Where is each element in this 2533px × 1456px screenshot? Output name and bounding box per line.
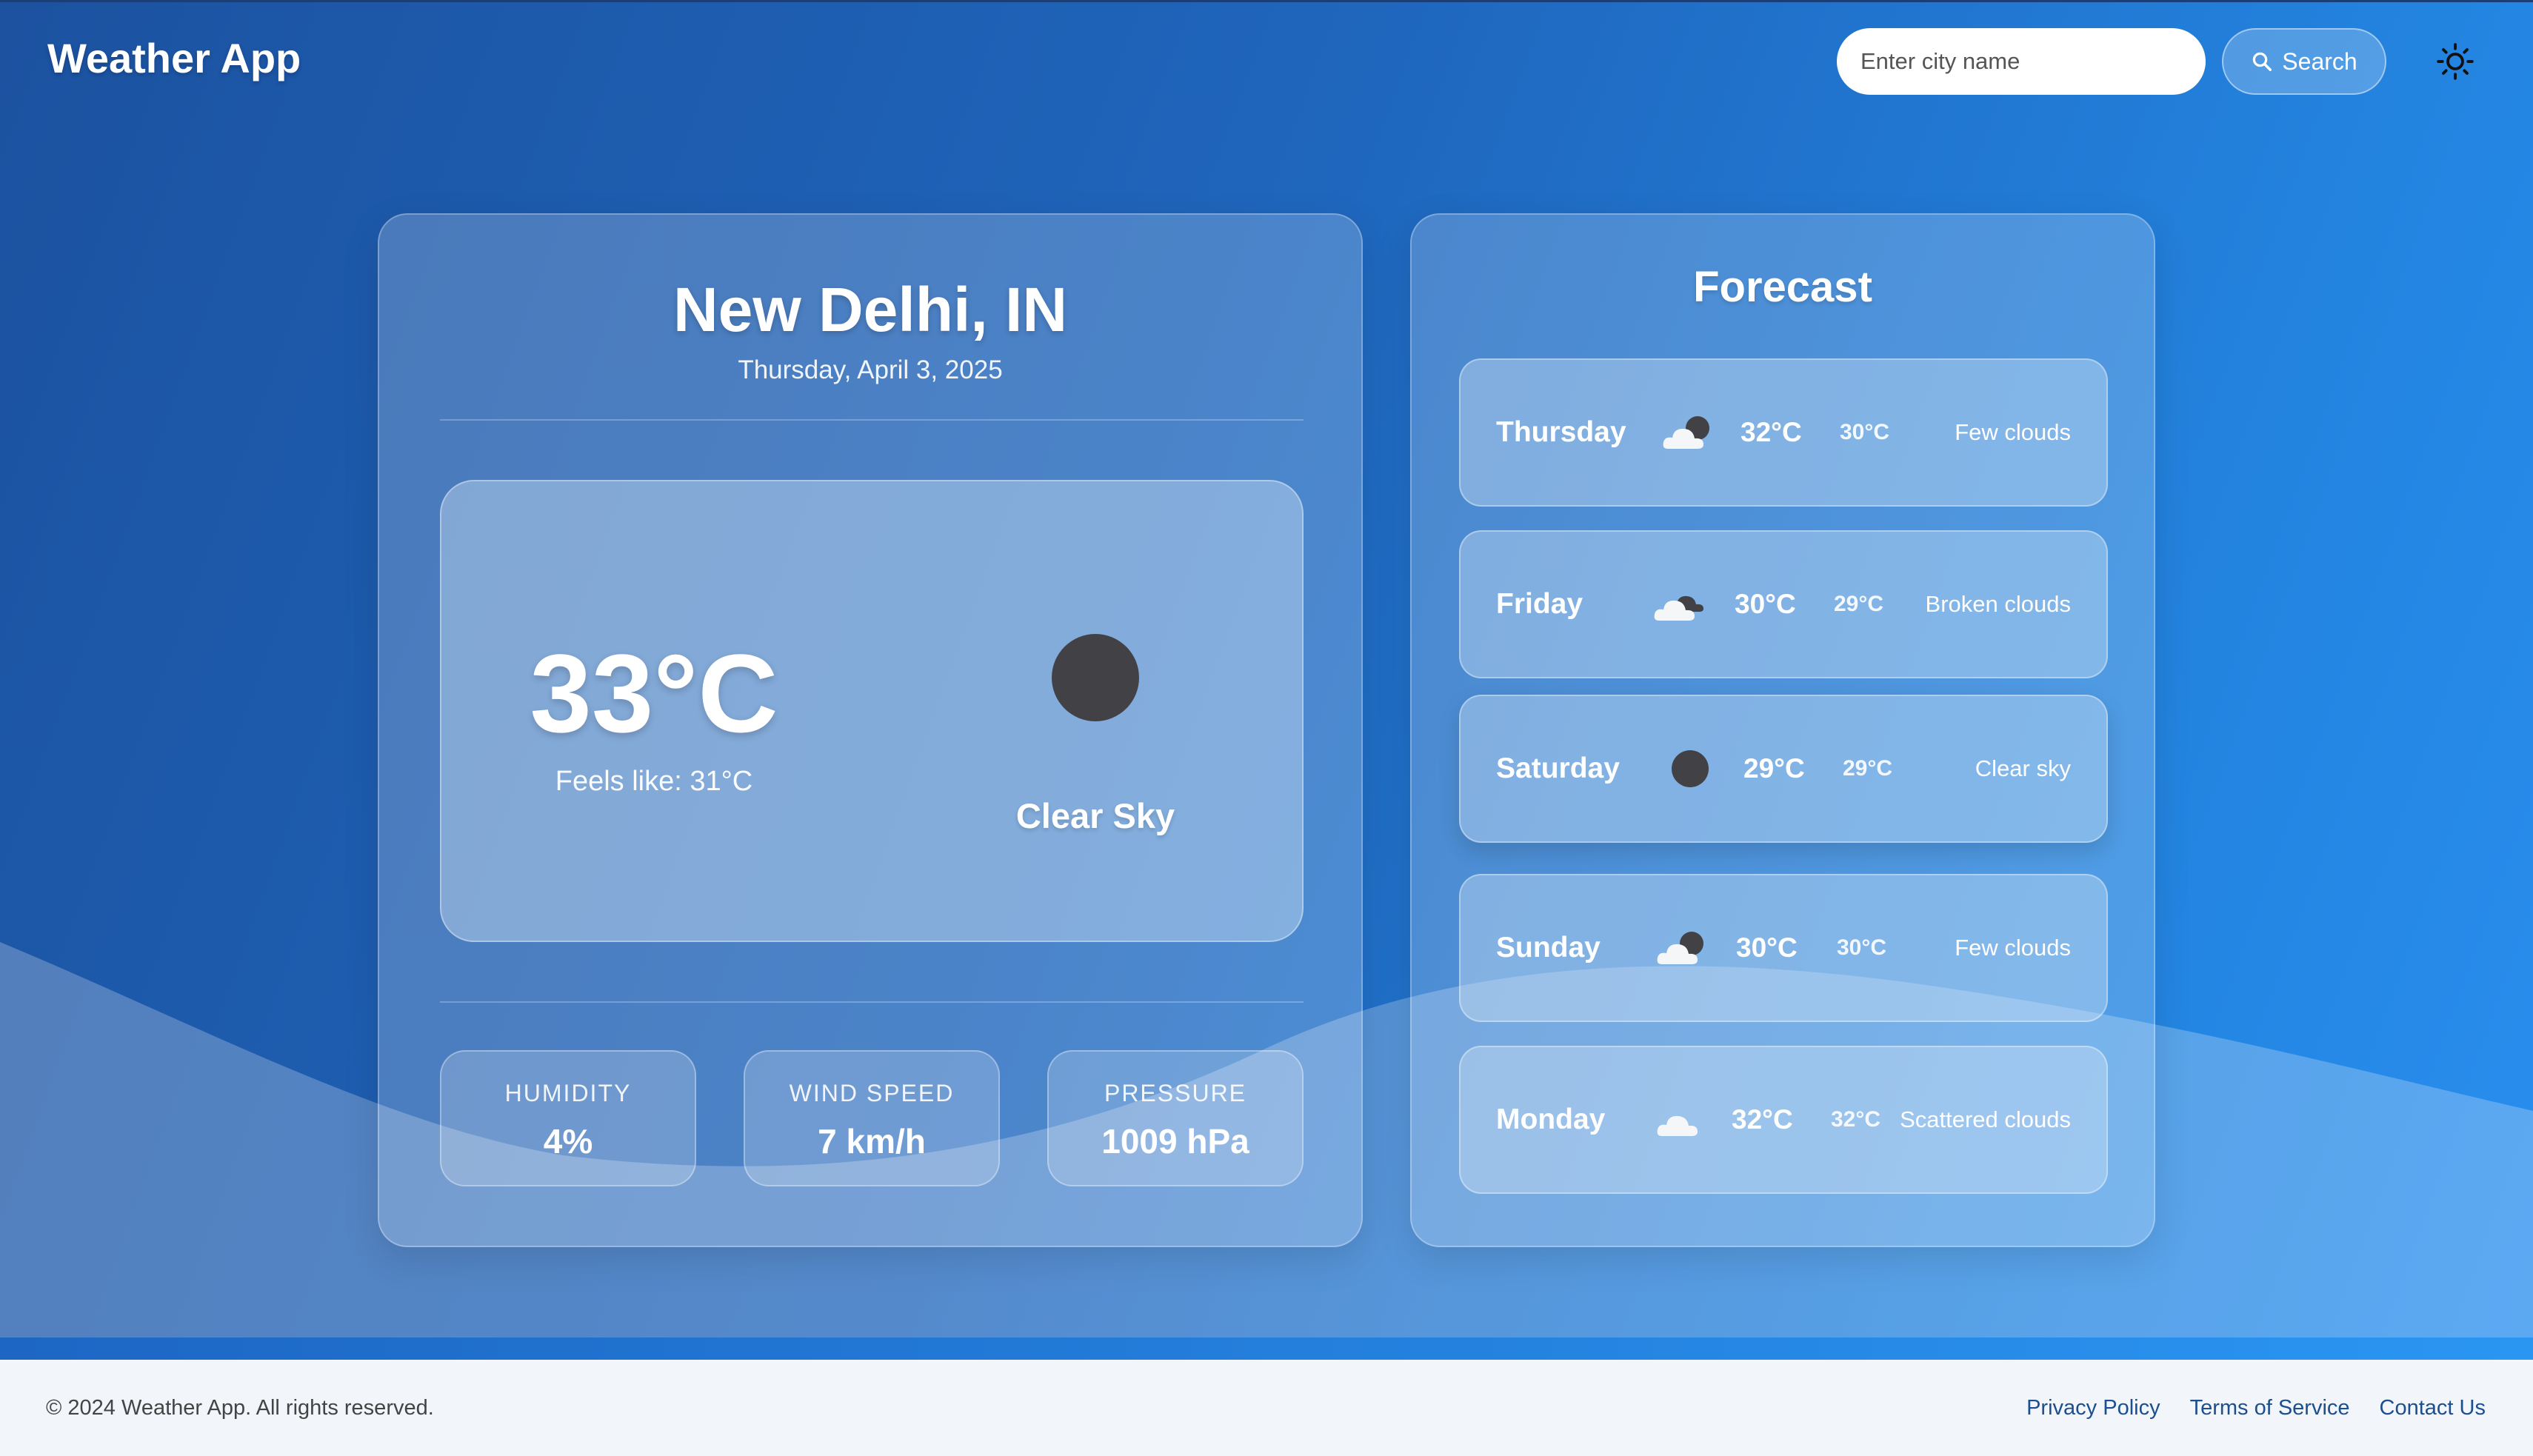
weather-condition: Clear Sky xyxy=(1015,796,1175,835)
forecast-row: Friday 30°C 29°C Broken clouds xyxy=(1459,530,2108,678)
forecast-day: Thursday xyxy=(1496,416,1626,448)
divider xyxy=(440,419,1304,421)
forecast-description: Scattered clouds xyxy=(1900,1106,2071,1133)
forecast-max-temp: 30°C xyxy=(1736,932,1798,963)
footer: © 2024 Weather App. All rights reserved.… xyxy=(0,1360,2533,1456)
clear-sky-icon xyxy=(1052,634,1139,721)
few-clouds-icon xyxy=(1657,932,1703,964)
copyright: © 2024 Weather App. All rights reserved. xyxy=(46,1395,434,1420)
app-title: Weather App xyxy=(47,35,301,81)
current-date: Thursday, April 3, 2025 xyxy=(738,355,1003,384)
theme-toggle[interactable] xyxy=(2432,39,2478,84)
contact-us-link[interactable]: Contact Us xyxy=(2380,1396,2486,1420)
forecast-row: Monday 32°C 32°C Scattered clouds xyxy=(1459,1046,2108,1194)
stat-value: 7 km/h xyxy=(818,1122,926,1161)
terms-of-service-link[interactable]: Terms of Service xyxy=(2190,1396,2350,1420)
privacy-policy-link[interactable]: Privacy Policy xyxy=(2026,1396,2160,1420)
footer-accent xyxy=(0,1338,2533,1360)
forecast-description: Few clouds xyxy=(1955,935,2071,961)
sun-icon xyxy=(2437,43,2474,80)
search-icon xyxy=(2253,52,2272,71)
stat-label: PRESSURE xyxy=(1104,1080,1247,1106)
current-weather-card: New Delhi, IN Thursday, April 3, 2025 33… xyxy=(378,213,1363,1247)
broken-clouds-icon xyxy=(1654,595,1703,621)
stat-label: HUMIDITY xyxy=(504,1080,632,1106)
search-button[interactable]: Search xyxy=(2222,28,2386,95)
pressure-stat: PRESSURE 1009 hPa xyxy=(1047,1050,1304,1186)
clear-sky-icon xyxy=(1672,750,1709,787)
forecast-max-temp: 30°C xyxy=(1735,589,1796,619)
forecast-description: Few clouds xyxy=(1955,419,2071,446)
forecast-max-temp: 32°C xyxy=(1732,1104,1793,1135)
divider xyxy=(440,1001,1304,1003)
forecast-max-temp: 29°C xyxy=(1743,753,1805,784)
few-clouds-icon xyxy=(1663,416,1709,449)
forecast-description: Broken clouds xyxy=(1925,591,2071,618)
current-temperature: 33°C xyxy=(530,631,778,755)
forecast-card: Forecast Thursday 32°C 30°C Few clouds F… xyxy=(1410,213,2155,1247)
feels-like: Feels like: 31°C xyxy=(555,766,753,797)
forecast-day: Friday xyxy=(1496,588,1583,620)
stat-value: 1009 hPa xyxy=(1101,1122,1249,1161)
forecast-max-temp: 32°C xyxy=(1741,417,1802,447)
stat-label: WIND SPEED xyxy=(789,1080,955,1106)
scattered-clouds-icon xyxy=(1657,1115,1698,1136)
city-name: New Delhi, IN xyxy=(673,275,1068,344)
current-conditions-panel: 33°C Feels like: 31°C Clear Sky xyxy=(440,480,1304,942)
footer-links: Privacy Policy Terms of Service Contact … xyxy=(2026,1360,2486,1456)
search-button-label: Search xyxy=(2282,47,2357,75)
forecast-day: Saturday xyxy=(1496,752,1620,784)
forecast-min-temp: 32°C xyxy=(1831,1107,1881,1132)
humidity-stat: HUMIDITY 4% xyxy=(440,1050,696,1186)
top-border xyxy=(0,0,2533,2)
forecast-day: Sunday xyxy=(1496,932,1601,964)
search-input[interactable] xyxy=(1837,28,2206,95)
stat-value: 4% xyxy=(543,1122,593,1161)
forecast-min-temp: 29°C xyxy=(1834,592,1884,616)
forecast-row: Sunday 30°C 30°C Few clouds xyxy=(1459,874,2108,1022)
wind-speed-stat: WIND SPEED 7 km/h xyxy=(744,1050,1000,1186)
forecast-day: Monday xyxy=(1496,1103,1606,1135)
forecast-description: Clear sky xyxy=(1975,755,2071,782)
forecast-row: Saturday 29°C 29°C Clear sky xyxy=(1459,695,2108,843)
forecast-row: Thursday 32°C 30°C Few clouds xyxy=(1459,358,2108,507)
forecast-title: Forecast xyxy=(1693,263,1872,311)
